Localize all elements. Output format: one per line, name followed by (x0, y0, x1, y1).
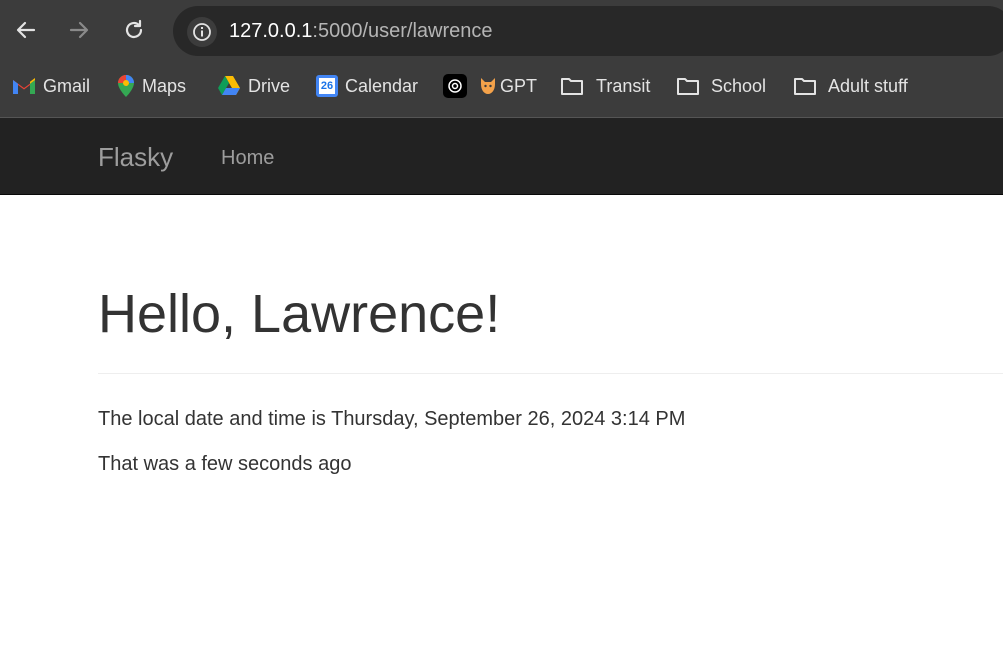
folder-icon (794, 78, 816, 95)
cat-icon (481, 78, 495, 94)
bookmark-label: Transit (596, 75, 651, 96)
forward-arrow-icon (69, 21, 89, 39)
bookmark-gmail[interactable]: Gmail (12, 64, 90, 108)
folder-icon (561, 78, 583, 95)
navbar-brand[interactable]: Flasky (98, 142, 173, 172)
page-title: Hello, Lawrence! (98, 284, 501, 344)
bookmark-label: GPT (500, 75, 538, 96)
site-info-icon[interactable] (187, 17, 217, 47)
reload-button[interactable] (117, 13, 151, 47)
bookmark-label: School (711, 75, 767, 96)
bookmark-maps[interactable]: Maps (117, 64, 186, 108)
address-bar[interactable]: 127.0.0.1:5000/user/lawrence (173, 6, 1003, 56)
browser-chrome: 127.0.0.1:5000/user/lawrence Gmail Maps … (0, 0, 1003, 118)
folder-icon (677, 78, 699, 95)
bookmark-label: Calendar (345, 75, 419, 96)
bookmark-label: Adult stuff (828, 75, 908, 96)
maps-icon (118, 75, 134, 97)
time-ago-text: That was a few seconds ago (98, 453, 352, 475)
site-navbar: Flasky Home (0, 118, 1003, 195)
url-text: 127.0.0.1:5000/user/lawrence (229, 19, 493, 43)
bookmark-label: Gmail (43, 75, 91, 96)
bookmark-chatgpt[interactable] (443, 64, 467, 108)
calendar-badge: 26 (319, 78, 335, 94)
bookmark-transit[interactable]: Transit (560, 64, 650, 108)
back-arrow-icon (16, 21, 36, 39)
bookmark-label: Maps (142, 75, 187, 96)
reload-icon (125, 19, 143, 39)
url-path: :5000/user/lawrence (312, 20, 493, 42)
url-host: 127.0.0.1 (229, 20, 313, 42)
browser-toolbar: 127.0.0.1:5000/user/lawrence (0, 0, 1003, 60)
bookmark-drive[interactable]: Drive (217, 64, 290, 108)
gmail-icon (13, 78, 35, 94)
local-time-text: The local date and time is Thursday, Sep… (98, 408, 686, 430)
bookmark-adult-stuff[interactable]: Adult stuff (793, 64, 908, 108)
chatgpt-icon (443, 74, 467, 98)
forward-button[interactable] (62, 13, 96, 47)
calendar-icon: 26 (316, 75, 338, 97)
bookmarks-bar: Gmail Maps Drive 26 Calendar GPT Transit… (0, 64, 1003, 108)
bookmark-school[interactable]: School (676, 64, 766, 108)
bookmark-calendar[interactable]: 26 Calendar (316, 64, 418, 108)
page-header: Hello, Lawrence! (98, 278, 1003, 350)
header-divider (98, 373, 1003, 374)
bookmark-label: Drive (248, 75, 291, 96)
drive-icon (218, 76, 240, 95)
nav-home-link[interactable]: Home (221, 146, 274, 170)
back-button[interactable] (9, 13, 43, 47)
bookmark-gpt[interactable]: GPT (478, 64, 537, 108)
